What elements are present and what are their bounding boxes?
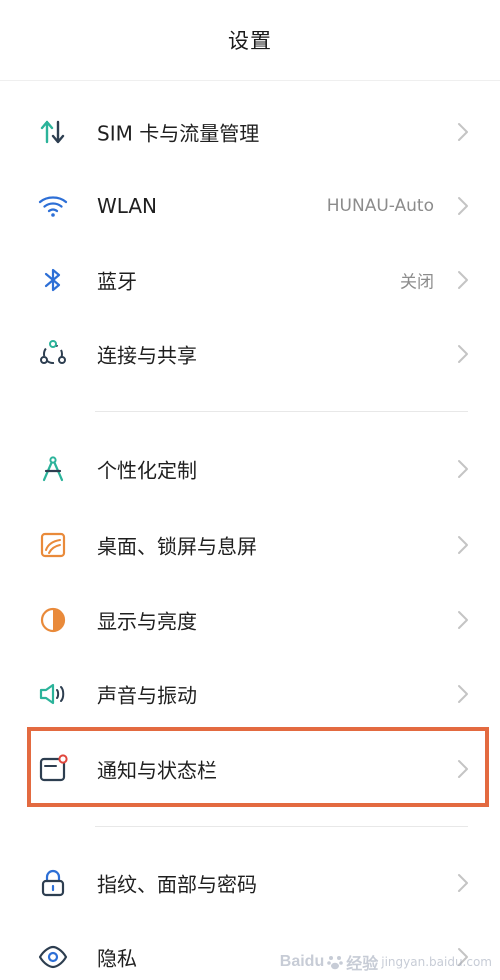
group-divider (95, 826, 468, 827)
connection-share-icon (36, 337, 70, 371)
lock-icon (36, 866, 70, 900)
settings-item-sim-data[interactable]: SIM 卡与流量管理 (0, 95, 500, 169)
settings-item-label: 隐私 (97, 946, 137, 971)
settings-item-label: WLAN (97, 194, 158, 218)
settings-item-label: 显示与亮度 (97, 609, 197, 634)
chevron-right-icon (456, 758, 470, 780)
watermark-url: jingyan.baidu.com (381, 955, 492, 969)
wallpaper-icon (36, 528, 70, 562)
watermark-brand: Baidu (279, 953, 325, 970)
header: 设置 (0, 0, 500, 81)
privacy-eye-icon (36, 940, 70, 974)
bluetooth-icon (36, 263, 70, 297)
chevron-right-icon (456, 195, 470, 217)
settings-item-display-brightness[interactable]: 显示与亮度 (0, 583, 500, 657)
chevron-right-icon (456, 872, 470, 894)
settings-item-wlan[interactable]: WLAN HUNAU-Auto (0, 169, 500, 243)
baidu-watermark: Baidu 经验 jingyan.baidu.com (280, 950, 492, 974)
bluetooth-status: 关闭 (400, 272, 434, 293)
settings-item-label: 声音与振动 (97, 683, 197, 708)
wifi-icon (36, 189, 70, 223)
settings-item-wallpaper-lockscreen[interactable]: 桌面、锁屏与息屏 (0, 508, 500, 582)
paw-icon (326, 953, 344, 971)
watermark-suffix: 经验 (346, 956, 379, 973)
chevron-right-icon (456, 121, 470, 143)
sim-data-icon (36, 115, 70, 149)
settings-item-notification-statusbar[interactable]: 通知与状态栏 (0, 732, 500, 806)
settings-item-bluetooth[interactable]: 蓝牙 关闭 (0, 243, 500, 317)
settings-page: 设置 SIM 卡与流量管理 WLAN HUNAU-Auto 蓝牙 关闭 连接与共… (0, 0, 500, 980)
personalization-icon (36, 452, 70, 486)
settings-item-label: 通知与状态栏 (97, 758, 217, 783)
sound-icon (36, 677, 70, 711)
notification-icon (36, 752, 70, 786)
settings-item-connection-share[interactable]: 连接与共享 (0, 317, 500, 391)
settings-item-label: SIM 卡与流量管理 (97, 121, 260, 146)
chevron-right-icon (456, 269, 470, 291)
settings-item-label: 个性化定制 (97, 458, 197, 483)
settings-item-label: 指纹、面部与密码 (97, 872, 257, 897)
settings-item-label: 连接与共享 (97, 343, 197, 368)
settings-item-fingerprint-face-password[interactable]: 指纹、面部与密码 (0, 846, 500, 920)
group-divider (95, 411, 468, 412)
settings-item-sound-vibration[interactable]: 声音与振动 (0, 657, 500, 731)
settings-item-label: 桌面、锁屏与息屏 (97, 534, 257, 559)
chevron-right-icon (456, 683, 470, 705)
chevron-right-icon (456, 343, 470, 365)
brightness-icon (36, 603, 70, 637)
chevron-right-icon (456, 609, 470, 631)
chevron-right-icon (456, 458, 470, 480)
page-title: 设置 (228, 29, 272, 53)
settings-item-personalization[interactable]: 个性化定制 (0, 432, 500, 506)
wlan-network-name: HUNAU-Auto (326, 196, 434, 216)
chevron-right-icon (456, 534, 470, 556)
settings-item-label: 蓝牙 (97, 269, 137, 294)
